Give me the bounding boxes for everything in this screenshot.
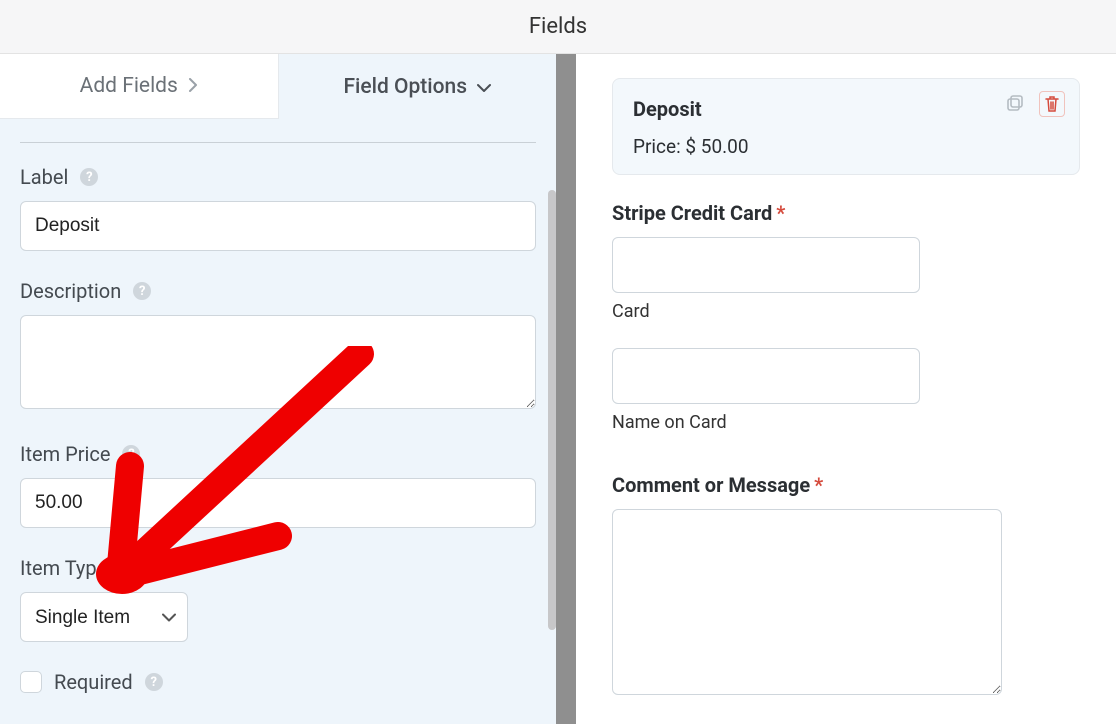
card-sublabel: Card <box>612 301 1080 322</box>
stripe-label-text: Stripe Credit Card <box>612 201 772 225</box>
card-actions <box>1003 91 1065 117</box>
page-title: Fields <box>529 14 587 39</box>
stripe-label: Stripe Credit Card* <box>612 201 1080 225</box>
preview-panel: Deposit Price: $ 50.00 Stripe Credit Car… <box>576 54 1116 724</box>
trash-icon[interactable] <box>1039 91 1065 117</box>
item-type-heading-text: Item Type <box>20 556 107 580</box>
description-heading: Description ? <box>20 279 536 303</box>
deposit-title: Deposit <box>633 97 1059 121</box>
scrollbar-track[interactable] <box>546 190 556 640</box>
label-input[interactable] <box>20 201 536 251</box>
help-icon[interactable]: ? <box>80 168 98 186</box>
item-type-select-wrap: Single Item <box>20 592 188 642</box>
tab-add-fields-label: Add Fields <box>80 74 178 98</box>
duplicate-icon[interactable] <box>1003 91 1027 115</box>
required-label: Required <box>54 670 133 694</box>
required-star-icon: * <box>814 473 823 497</box>
item-type-select[interactable]: Single Item <box>20 592 188 642</box>
comment-label: Comment or Message* <box>612 473 1080 497</box>
left-panel: Add Fields Field Options Label <box>0 54 556 724</box>
comment-label-text: Comment or Message <box>612 473 810 497</box>
description-group: Description ? <box>20 279 536 414</box>
help-icon[interactable]: ? <box>133 282 151 300</box>
tab-field-options[interactable]: Field Options <box>279 54 557 119</box>
deposit-card[interactable]: Deposit Price: $ 50.00 <box>612 78 1080 175</box>
tab-add-fields[interactable]: Add Fields <box>0 54 279 119</box>
help-icon[interactable]: ? <box>119 559 137 577</box>
chevron-down-icon <box>477 75 491 99</box>
comment-textarea[interactable] <box>612 509 1002 695</box>
pane-divider[interactable] <box>556 54 576 724</box>
scrollbar-thumb[interactable] <box>548 190 556 630</box>
item-price-input[interactable] <box>20 478 536 528</box>
top-bar: Fields <box>0 0 1116 54</box>
card-input[interactable] <box>612 237 920 293</box>
body: Add Fields Field Options Label <box>0 54 1116 724</box>
label-heading: Label ? <box>20 165 536 189</box>
help-icon[interactable]: ? <box>145 673 163 691</box>
panel-divider <box>20 142 536 143</box>
tab-field-options-label: Field Options <box>343 75 467 99</box>
name-on-card-sublabel: Name on Card <box>612 412 1080 433</box>
description-heading-text: Description <box>20 279 121 303</box>
item-price-heading-text: Item Price <box>20 442 110 466</box>
field-options-panel: Label ? Description ? Item Price ? <box>0 120 556 724</box>
item-type-heading: Item Type ? <box>20 556 536 580</box>
tabs: Add Fields Field Options <box>0 54 556 120</box>
deposit-price: Price: $ 50.00 <box>633 135 1059 158</box>
required-row: Required ? <box>20 670 536 694</box>
help-icon[interactable]: ? <box>122 445 140 463</box>
item-price-group: Item Price ? <box>20 442 536 528</box>
chevron-right-icon <box>188 74 198 98</box>
required-checkbox[interactable] <box>20 671 42 693</box>
label-heading-text: Label <box>20 165 68 189</box>
item-type-group: Item Type ? Single Item <box>20 556 536 642</box>
item-price-heading: Item Price ? <box>20 442 536 466</box>
name-on-card-input[interactable] <box>612 348 920 404</box>
description-textarea[interactable] <box>20 315 536 409</box>
label-group: Label ? <box>20 165 536 251</box>
required-star-icon: * <box>776 201 785 225</box>
app-root: Fields Add Fields Field Options <box>0 0 1116 724</box>
